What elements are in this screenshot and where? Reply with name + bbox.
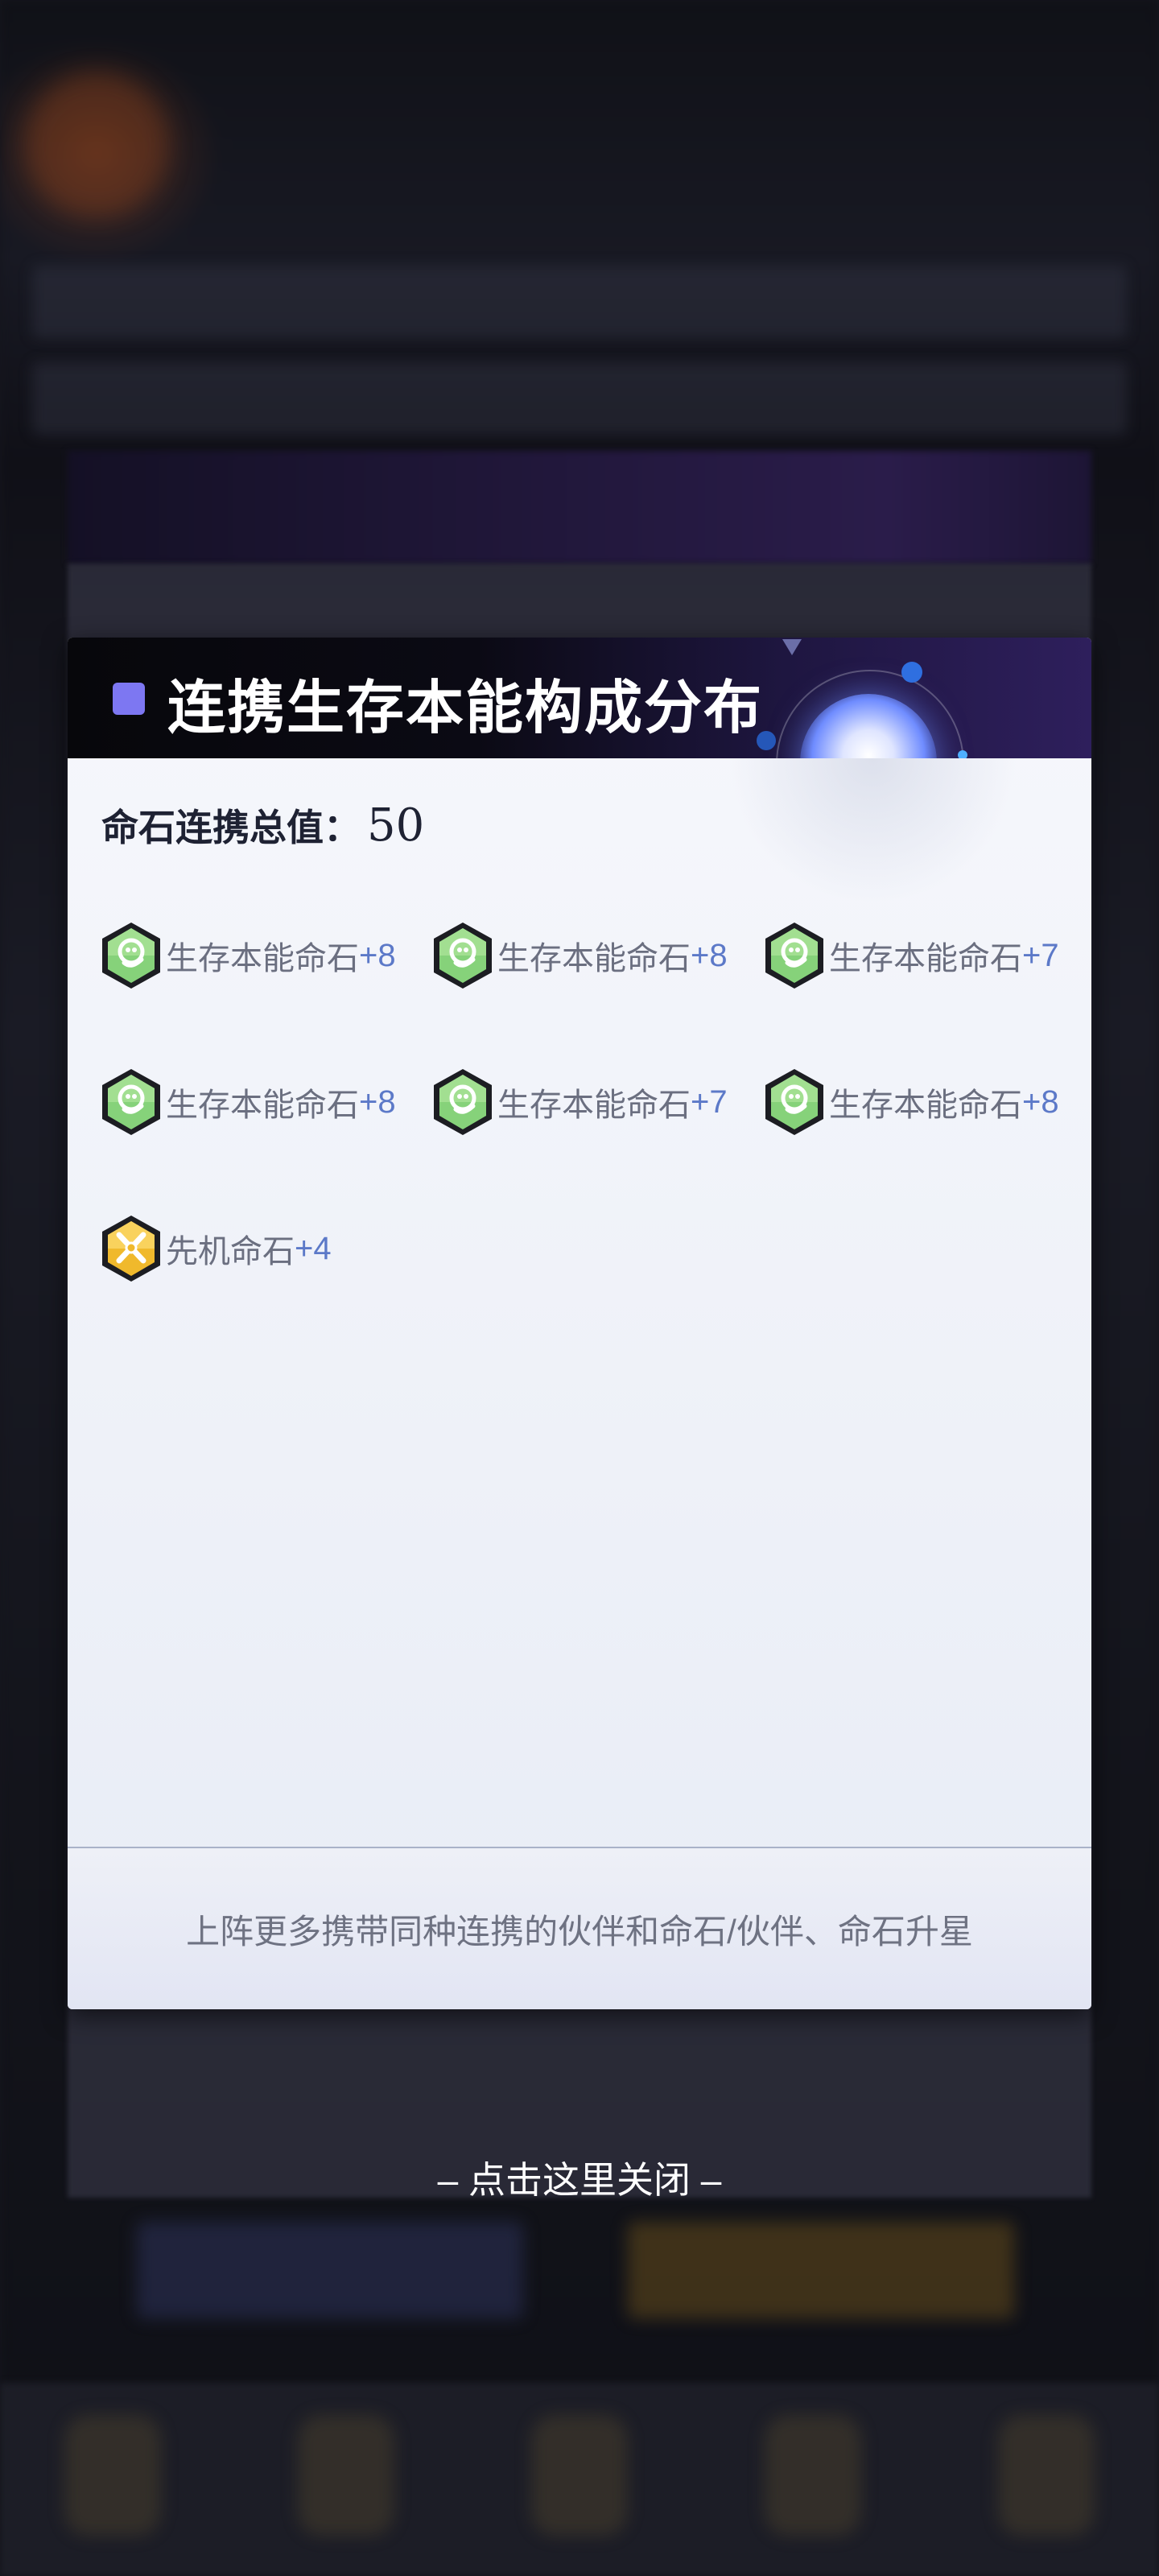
stone-bonus: +4 [295,1230,332,1266]
background-panel-header [68,451,1091,564]
dialog-header: 连携生存本能构成分布 [68,638,1091,758]
decor-triangle [782,639,802,655]
total-synergy: 命石连携总值： 50 [101,799,424,852]
stone-item: 生存本能命石 +8 [763,1066,1059,1138]
survival-instinct-icon [434,923,492,989]
background-avatar [24,72,169,217]
orb-glow-decoration [728,758,1017,903]
stone-name: 生存本能命石 [497,1088,691,1123]
stone-bonus: +8 [359,937,396,973]
initiative-icon [102,1216,160,1282]
synergy-distribution-dialog: 连携生存本能构成分布 命石连携总值： 50 生存本能命石 +8 生存本能命石 +… [68,638,1091,2009]
background-nav-tab [298,2415,394,2536]
stone-bonus: +7 [1022,937,1059,973]
background-button-right [628,2222,1014,2318]
stone-item: 生存本能命石 +7 [763,919,1059,992]
stone-bonus: +7 [691,1084,728,1120]
stone-item: 生存本能命石 +8 [100,1066,396,1138]
stone-item: 生存本能命石 +8 [431,919,728,992]
survival-instinct-icon [102,923,160,989]
survival-instinct-icon [102,1069,160,1135]
stone-name: 生存本能命石 [829,1088,1022,1123]
close-dialog-button[interactable]: – 点击这里关闭 – [0,2151,1159,2204]
stone-bonus: +8 [1022,1084,1059,1120]
title-marker-icon [113,683,145,715]
dialog-title: 连携生存本能构成分布 [167,673,764,741]
survival-instinct-icon [765,1069,823,1135]
stone-item: 生存本能命石 +8 [100,919,396,992]
stone-name: 生存本能命石 [166,941,359,976]
stone-name: 先机命石 [166,1234,295,1269]
background-button-left [137,2222,523,2318]
background-tabs [32,362,1127,435]
decor-dot [901,662,922,683]
stone-bonus: +8 [359,1084,396,1120]
survival-instinct-icon [765,923,823,989]
background-nav-tab [998,2415,1095,2536]
total-synergy-label: 命石连携总值： [101,806,361,849]
background-nav-tab [64,2415,161,2536]
background-nav-tab [531,2415,628,2536]
stone-name: 生存本能命石 [166,1088,359,1123]
stone-item: 先机命石 +4 [100,1212,332,1285]
decor-dot [958,750,967,758]
survival-instinct-icon [434,1069,492,1135]
background-nav-tab [765,2415,861,2536]
stone-item: 生存本能命石 +7 [431,1066,728,1138]
dialog-footer: 上阵更多携带同种连携的伙伴和命石/伙伴、命石升星 [68,1848,1091,2009]
stone-bonus: +8 [691,937,728,973]
stone-name: 生存本能命石 [497,941,691,976]
background-toolbar [32,266,1127,338]
improvement-hint: 上阵更多携带同种连携的伙伴和命石/伙伴、命石升星 [186,1913,973,1951]
total-synergy-value: 50 [367,799,425,852]
stone-name: 生存本能命石 [829,941,1022,976]
decor-dot [757,731,776,750]
